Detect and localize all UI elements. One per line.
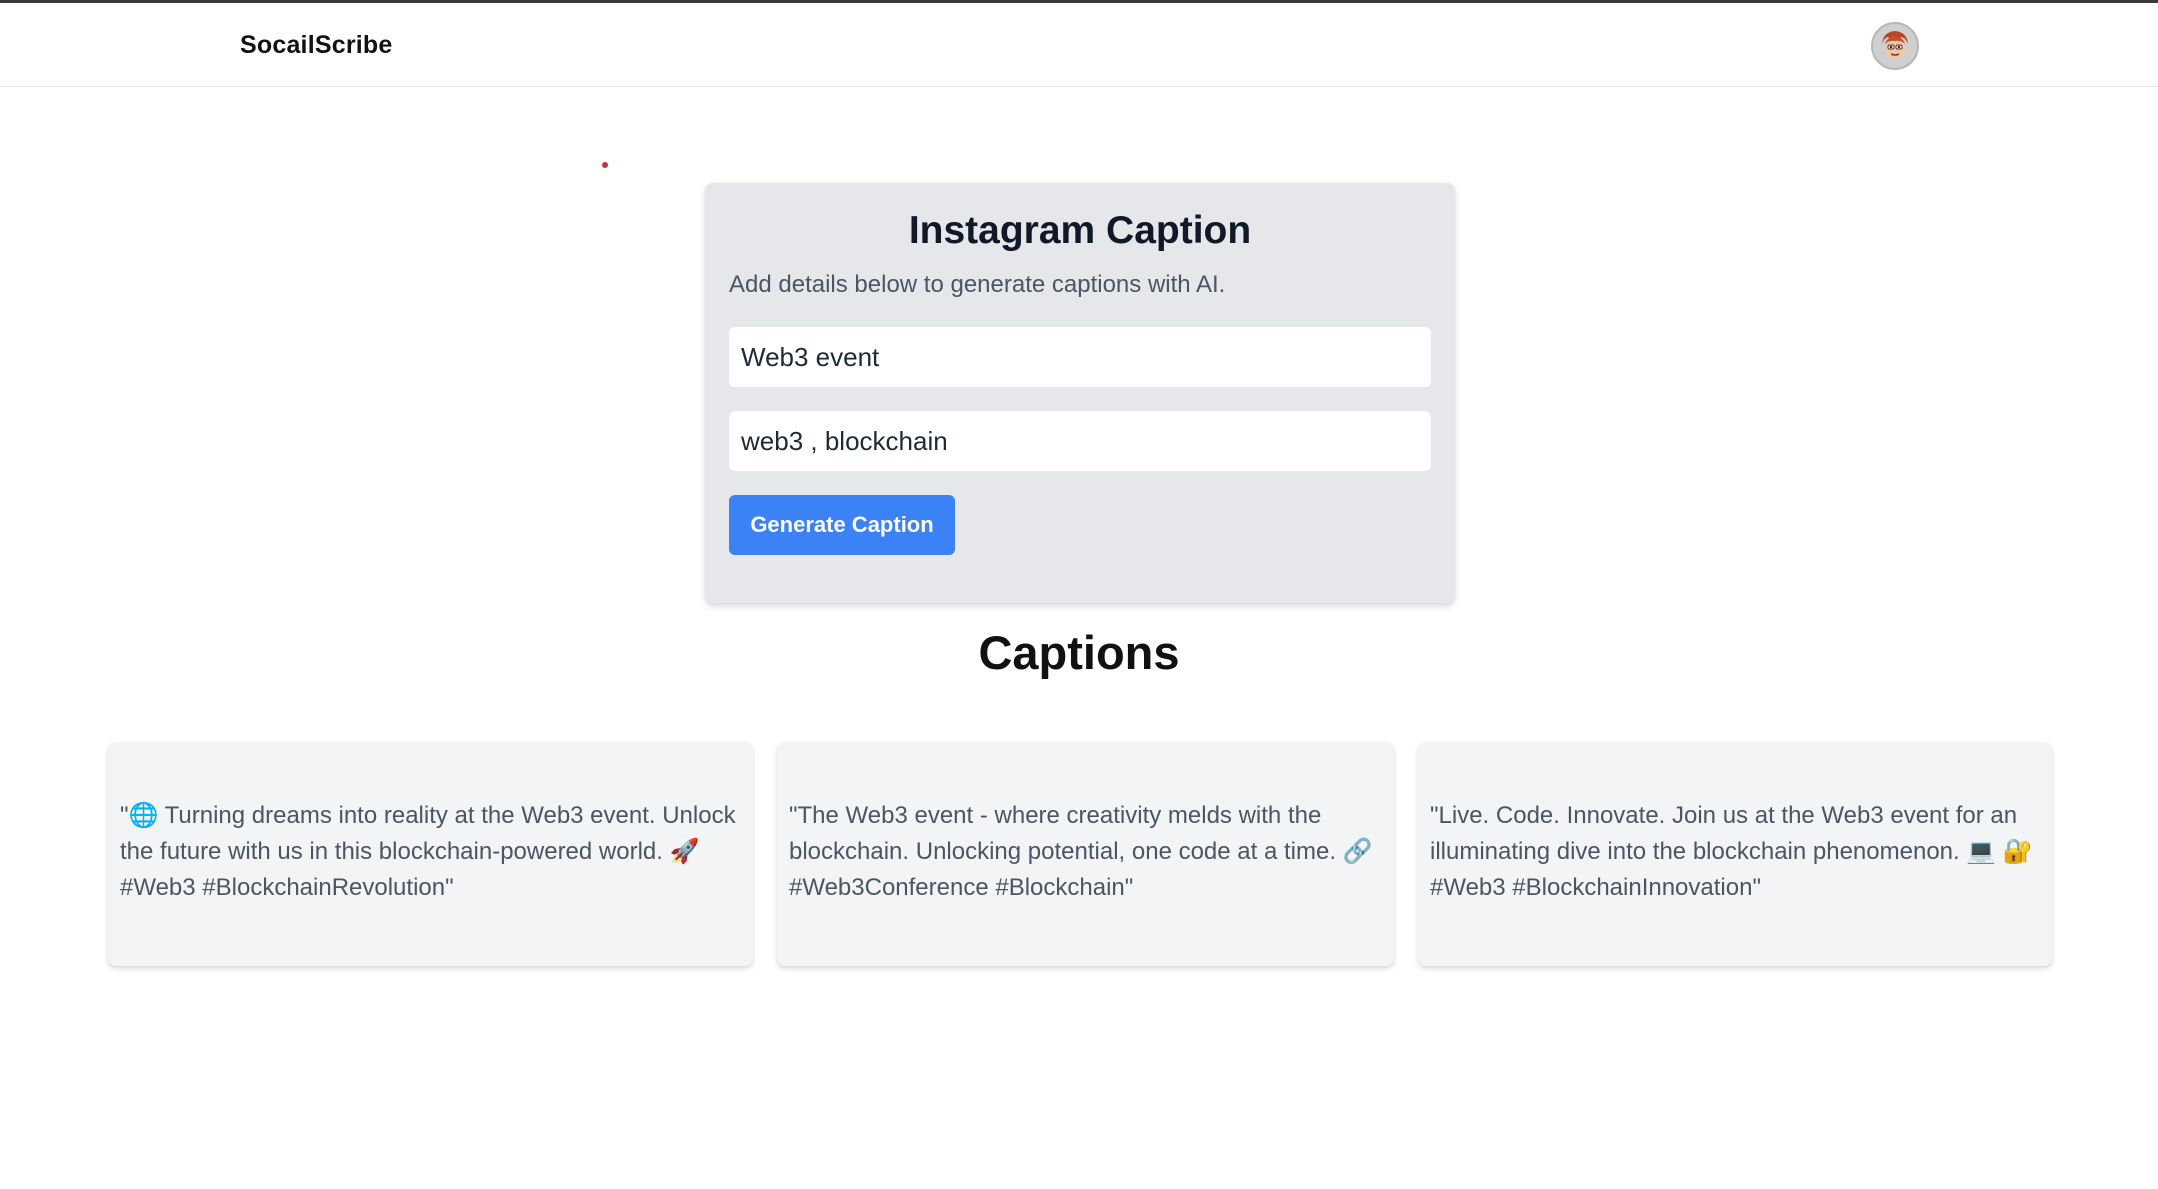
form-title: Instagram Caption [908,209,1252,252]
topic-input[interactable]: Web3 event [729,327,1431,387]
caption-card[interactable]: "🌐 Turning dreams into reality at the We… [108,742,753,966]
caption-card[interactable]: "Live. Code. Innovate. Join us at the We… [1418,742,2052,966]
caption-text: "The Web3 event - where creativity melds… [789,802,1373,901]
user-avatar[interactable] [1871,22,1919,70]
cursor-dot [602,162,608,168]
navbar: SocailScribe [0,3,2158,87]
caption-card[interactable]: "The Web3 event - where creativity melds… [777,742,1394,966]
brand-logo-text[interactable]: SocailScribe [240,31,392,60]
user-avatar-icon [1873,24,1917,68]
captions-heading: Captions [978,626,1180,679]
caption-text: "🌐 Turning dreams into reality at the We… [120,802,736,901]
keywords-input[interactable]: web3 , blockchain [729,411,1431,471]
form-subtitle: Add details below to generate captions w… [729,271,1226,298]
caption-form-card: Instagram Caption Add details below to g… [705,183,1455,603]
caption-text: "Live. Code. Innovate. Join us at the We… [1430,802,2033,901]
generate-caption-button[interactable]: Generate Caption [729,495,955,555]
